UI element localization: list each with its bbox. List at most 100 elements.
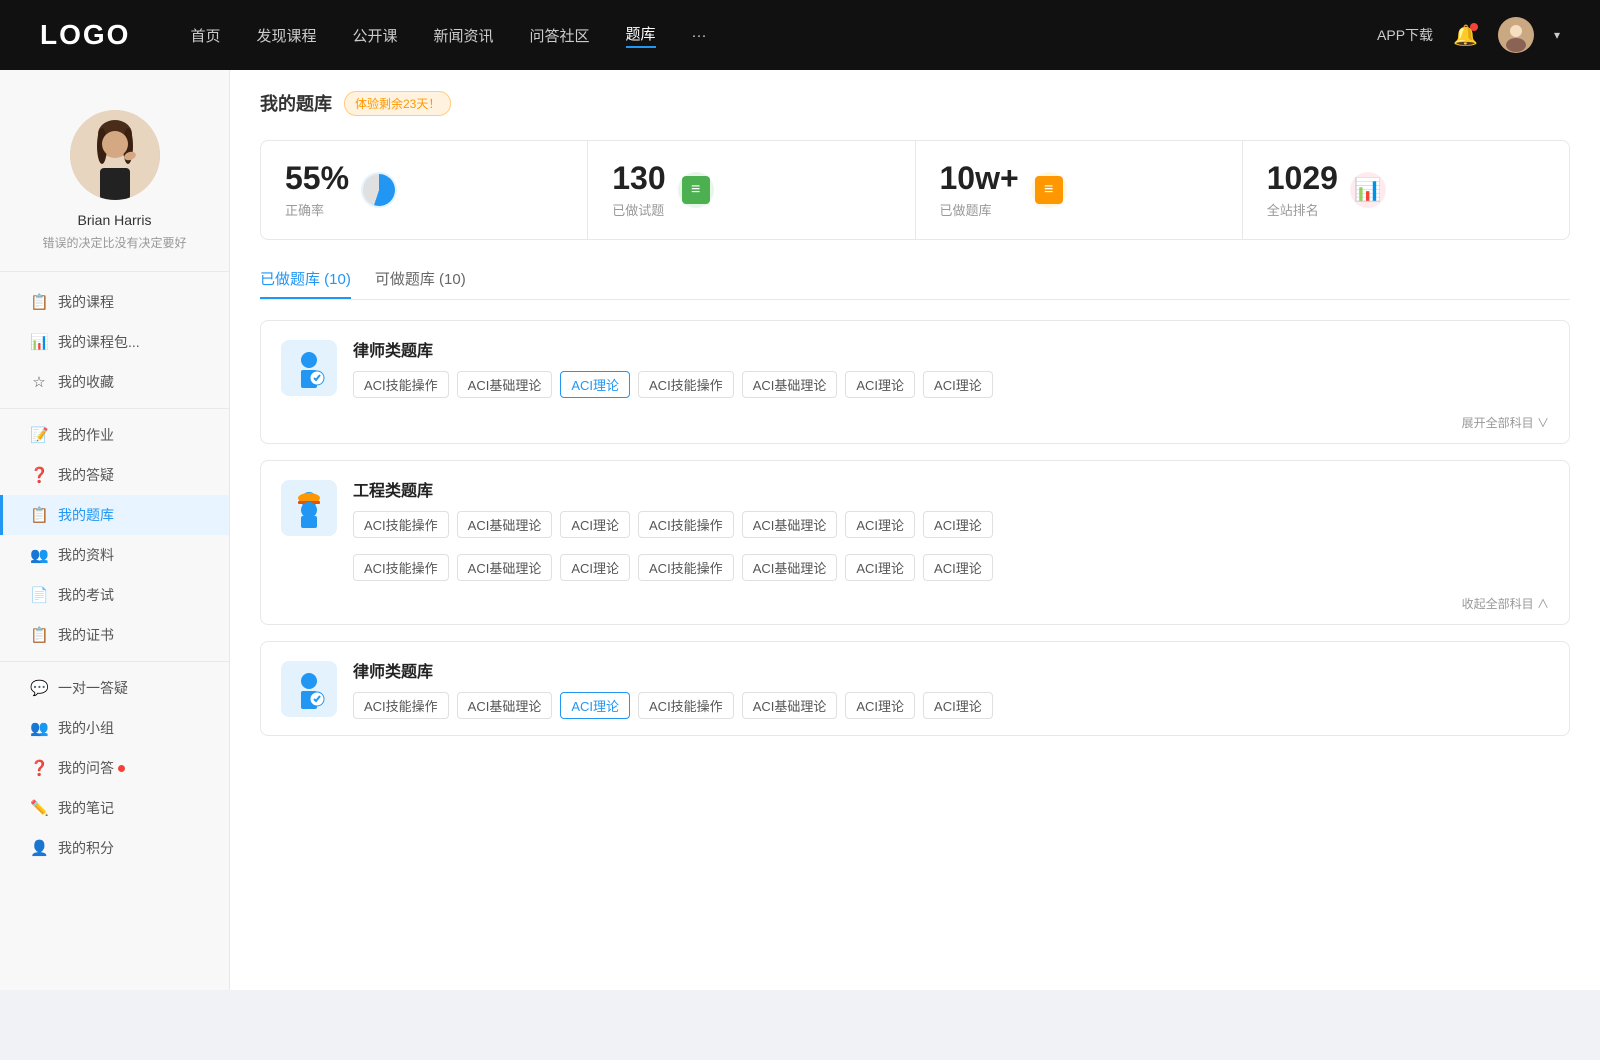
profile-avatar [70, 110, 160, 200]
sidebar-label: 我的积分 [58, 838, 114, 858]
points-icon: 👤 [30, 839, 48, 857]
nav-home[interactable]: 首页 [190, 25, 220, 46]
tag[interactable]: ACI理论 [845, 692, 915, 719]
expand-link-1[interactable]: 展开全部科目 ∨ [261, 414, 1569, 443]
stat-rank-number: 1029 [1267, 161, 1338, 196]
tag[interactable]: ACI基础理论 [457, 511, 553, 538]
bank-section-engineer: 工程类题库 ACI技能操作 ACI基础理论 ACI理论 ACI技能操作 ACI基… [260, 460, 1570, 625]
tag[interactable]: ACI理论 [560, 511, 630, 538]
divider [0, 408, 229, 409]
bank-header-2: 工程类题库 ACI技能操作 ACI基础理论 ACI理论 ACI技能操作 ACI基… [261, 461, 1569, 554]
sidebar-item-course-package[interactable]: 📊 我的课程包... [0, 322, 229, 362]
bank-header-1: 律师类题库 ACI技能操作 ACI基础理论 ACI理论 ACI技能操作 ACI基… [261, 321, 1569, 414]
materials-icon: 👥 [30, 546, 48, 564]
app-download-button[interactable]: APP下载 [1377, 25, 1433, 45]
sidebar-item-one-on-one[interactable]: 💬 一对一答疑 [0, 668, 229, 708]
sidebar: Brian Harris 错误的决定比没有决定要好 📋 我的课程 📊 我的课程包… [0, 70, 230, 990]
sidebar-item-points[interactable]: 👤 我的积分 [0, 828, 229, 868]
avatar[interactable] [1498, 17, 1534, 53]
bank-title-1: 律师类题库 [353, 337, 1549, 361]
tag[interactable]: ACI理论 [923, 511, 993, 538]
tag[interactable]: ACI基础理论 [742, 554, 838, 581]
nav-discover[interactable]: 发现课程 [256, 25, 316, 46]
tag[interactable]: ACI理论 [923, 371, 993, 398]
tag[interactable]: ACI理论 [923, 692, 993, 719]
tag[interactable]: ACI技能操作 [353, 511, 449, 538]
stat-questions-number: 130 [612, 161, 665, 196]
sidebar-item-certificate[interactable]: 📋 我的证书 [0, 615, 229, 655]
notification-bell[interactable]: 🔔 [1453, 23, 1478, 48]
tab-done-banks[interactable]: 已做题库 (10) [260, 268, 351, 299]
bank-content-2: 工程类题库 ACI技能操作 ACI基础理论 ACI理论 ACI技能操作 ACI基… [353, 477, 1549, 538]
nav-qa[interactable]: 问答社区 [530, 25, 590, 46]
sidebar-item-qa[interactable]: ❓ 我的答疑 [0, 455, 229, 495]
sidebar-menu: 📋 我的课程 📊 我的课程包... ☆ 我的收藏 📝 我的作业 ❓ 我的答疑 � [0, 272, 229, 878]
tag[interactable]: ACI理论 [560, 554, 630, 581]
tag[interactable]: ACI基础理论 [457, 692, 553, 719]
sidebar-item-notes[interactable]: ✏️ 我的笔记 [0, 788, 229, 828]
sidebar-label: 我的答疑 [58, 465, 114, 485]
tag[interactable]: ACI技能操作 [638, 511, 734, 538]
sidebar-item-materials[interactable]: 👥 我的资料 [0, 535, 229, 575]
sidebar-item-my-course[interactable]: 📋 我的课程 [0, 282, 229, 322]
tab-available-banks[interactable]: 可做题库 (10) [375, 268, 466, 299]
bank-section-lawyer-2: 律师类题库 ACI技能操作 ACI基础理论 ACI理论 ACI技能操作 ACI基… [260, 641, 1570, 736]
sidebar-profile: Brian Harris 错误的决定比没有决定要好 [0, 100, 229, 272]
notification-dot [1470, 23, 1478, 31]
nav-open-course[interactable]: 公开课 [352, 25, 397, 46]
sidebar-item-exam[interactable]: 📄 我的考试 [0, 575, 229, 615]
tag[interactable]: ACI基础理论 [742, 371, 838, 398]
tag[interactable]: ACI基础理论 [742, 692, 838, 719]
tag[interactable]: ACI技能操作 [638, 371, 734, 398]
exam-icon: 📄 [30, 586, 48, 604]
sidebar-item-question-bank[interactable]: 📋 我的题库 [0, 495, 229, 535]
cert-icon: 📋 [30, 626, 48, 644]
sidebar-item-group[interactable]: 👥 我的小组 [0, 708, 229, 748]
stat-questions-done: 130 已做试题 ≡ [588, 141, 915, 239]
logo: LOGO [40, 19, 130, 51]
tag-active[interactable]: ACI理论 [560, 371, 630, 398]
tag[interactable]: ACI基础理论 [742, 511, 838, 538]
trial-badge: 体验剩余23天！ [344, 91, 451, 116]
nav-more[interactable]: ··· [692, 27, 707, 44]
question-icon: ❓ [30, 759, 48, 777]
tag[interactable]: ACI理论 [845, 511, 915, 538]
navbar: LOGO 首页 发现课程 公开课 新闻资讯 问答社区 题库 ··· APP下载 … [0, 0, 1600, 70]
nav-question-bank[interactable]: 题库 [626, 23, 656, 48]
tag[interactable]: ACI理论 [845, 371, 915, 398]
bank-icon-lawyer-1 [281, 340, 337, 396]
tag[interactable]: ACI技能操作 [638, 692, 734, 719]
navbar-right: APP下载 🔔 ▾ [1377, 17, 1560, 53]
page-container: Brian Harris 错误的决定比没有决定要好 📋 我的课程 📊 我的课程包… [0, 70, 1600, 990]
chevron-down-icon[interactable]: ▾ [1554, 28, 1560, 42]
stat-banks-label: 已做题库 [940, 200, 1019, 219]
rank-chart-icon: 📊 [1350, 172, 1386, 208]
tag[interactable]: ACI理论 [923, 554, 993, 581]
stat-accuracy-label: 正确率 [285, 200, 349, 219]
sidebar-label: 我的问答 [58, 758, 114, 778]
bank-icon-engineer [281, 480, 337, 536]
tag[interactable]: ACI技能操作 [353, 554, 449, 581]
stat-banks-done: 10w+ 已做题库 ≡ [916, 141, 1243, 239]
tag[interactable]: ACI技能操作 [353, 692, 449, 719]
notes-icon: ✏️ [30, 799, 48, 817]
collapse-link-2[interactable]: 收起全部科目 ∧ [261, 595, 1569, 624]
tag[interactable]: ACI基础理论 [457, 554, 553, 581]
sidebar-item-favorites[interactable]: ☆ 我的收藏 [0, 362, 229, 402]
tag-active[interactable]: ACI理论 [560, 692, 630, 719]
questions-doc-icon: ≡ [678, 172, 714, 208]
tag[interactable]: ACI基础理论 [457, 371, 553, 398]
nav-news[interactable]: 新闻资讯 [434, 25, 494, 46]
tag[interactable]: ACI技能操作 [638, 554, 734, 581]
tag[interactable]: ACI理论 [845, 554, 915, 581]
bank-section-lawyer-1: 律师类题库 ACI技能操作 ACI基础理论 ACI理论 ACI技能操作 ACI基… [260, 320, 1570, 444]
sidebar-item-questions[interactable]: ❓ 我的问答 [0, 748, 229, 788]
sidebar-item-homework[interactable]: 📝 我的作业 [0, 415, 229, 455]
tag[interactable]: ACI技能操作 [353, 371, 449, 398]
stat-banks-number: 10w+ [940, 161, 1019, 196]
sidebar-label: 我的证书 [58, 625, 114, 645]
stat-questions-label: 已做试题 [612, 200, 665, 219]
page-header: 我的题库 体验剩余23天！ [260, 90, 1570, 116]
sidebar-label: 一对一答疑 [58, 678, 128, 698]
sidebar-label: 我的小组 [58, 718, 114, 738]
